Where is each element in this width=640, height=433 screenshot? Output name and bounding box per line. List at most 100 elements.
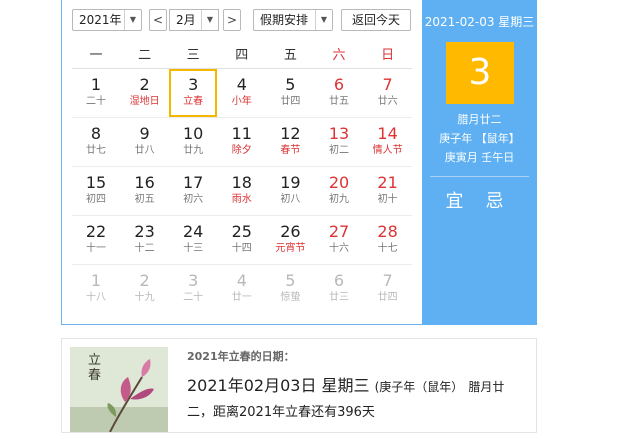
- info-ganzhi: (庚子年（鼠年）: [374, 380, 464, 394]
- chevron-down-icon: ▼: [315, 10, 332, 30]
- calendar-toolbar: 2021年 ▼ < 2月 ▼ > 假期安排 ▼ 返回今天: [62, 0, 422, 44]
- day-cell[interactable]: 18 雨水: [218, 167, 266, 215]
- lunar-label: 十九: [134, 292, 155, 303]
- lunar-label: 十八: [86, 292, 106, 303]
- day-cell[interactable]: 10 廿九: [169, 118, 217, 166]
- day-cell[interactable]: 5 惊蛰: [266, 265, 314, 313]
- next-month-button[interactable]: >: [223, 9, 241, 31]
- day-cell[interactable]: 6 廿三: [315, 265, 363, 313]
- thumbnail-title: 立春: [88, 353, 102, 383]
- day-cell[interactable]: 6 廿五: [315, 69, 363, 117]
- day-cell[interactable]: 12 春节: [266, 118, 314, 166]
- day-cell[interactable]: 16 初五: [121, 167, 169, 215]
- day-cell[interactable]: 15 初四: [72, 167, 120, 215]
- lunar-label: 廿四: [377, 292, 398, 303]
- day-cell[interactable]: 8 廿七: [72, 118, 120, 166]
- lunar-label: 小年: [231, 96, 252, 107]
- day-number: 28: [377, 222, 398, 241]
- day-cell[interactable]: 19 初八: [266, 167, 314, 215]
- lunar-label: 廿一: [231, 292, 252, 303]
- day-cell-selected[interactable]: 3 立春: [169, 69, 218, 117]
- day-number: 20: [328, 173, 350, 192]
- lunar-label: 十三: [183, 243, 204, 254]
- lunar-label: 廿三: [329, 292, 349, 303]
- day-cell[interactable]: 17 初六: [169, 167, 217, 215]
- day-number: 22: [85, 222, 107, 241]
- day-detail-panel: 2021-02-03 星期三 3 腊月廿二 庚子年 【鼠年】 庚寅月 壬午日 宜…: [422, 0, 537, 325]
- day-number: 13: [328, 124, 350, 143]
- day-number: 7: [382, 271, 393, 290]
- day-number: 27: [328, 222, 350, 241]
- day-number: 4: [236, 271, 247, 290]
- day-cell[interactable]: 4 小年: [218, 69, 266, 117]
- holiday-select[interactable]: 假期安排 ▼: [253, 9, 333, 31]
- magnolia-illustration: [70, 347, 168, 432]
- back-to-today-button[interactable]: 返回今天: [341, 9, 411, 31]
- lunar-month-day: 庚寅月 壬午日: [444, 151, 515, 164]
- day-number: 21: [377, 173, 398, 192]
- info-lunar-tail: 腊月廿: [468, 380, 505, 394]
- day-number: 5: [285, 75, 296, 94]
- day-number: 10: [183, 124, 204, 143]
- chevron-down-icon: ▼: [124, 10, 141, 30]
- day-number: 23: [134, 222, 155, 241]
- lunar-label: 廿八: [134, 145, 155, 156]
- day-number: 8: [90, 124, 102, 143]
- lunar-label: 十四: [231, 243, 252, 254]
- year-select-value: 2021年: [79, 13, 122, 27]
- lunar-label: 除夕: [231, 145, 252, 156]
- holiday-select-value: 假期安排: [260, 13, 309, 27]
- yi-label[interactable]: 宜: [446, 191, 474, 212]
- day-cell[interactable]: 2 湿地日: [121, 69, 169, 117]
- spring-thumbnail-image: 立春: [70, 347, 168, 432]
- day-number: 3: [188, 75, 199, 94]
- day-cell[interactable]: 23 十二: [121, 216, 169, 264]
- day-number: 18: [231, 173, 252, 192]
- year-select[interactable]: 2021年 ▼: [72, 9, 142, 31]
- day-number: 6: [333, 271, 345, 290]
- yi-ji-row: 宜忌: [422, 187, 537, 213]
- lunar-label: 元宵节: [275, 243, 306, 254]
- chevron-down-icon: ▼: [201, 10, 218, 30]
- day-number: 2: [139, 75, 150, 94]
- day-cell[interactable]: 22 十一: [72, 216, 120, 264]
- day-cell[interactable]: 4 廿一: [218, 265, 266, 313]
- day-number: 9: [139, 124, 150, 143]
- day-cell[interactable]: 14 情人节: [364, 118, 412, 166]
- day-cell[interactable]: 28 十七: [364, 216, 412, 264]
- info-countdown: 二，距离2021年立春还有396天: [187, 405, 375, 420]
- day-cell[interactable]: 24 十三: [169, 216, 217, 264]
- weekday-label: 三: [186, 48, 200, 63]
- day-cell[interactable]: 1 二十: [72, 69, 120, 117]
- day-number: 24: [183, 222, 204, 241]
- day-cell[interactable]: 5 廿四: [266, 69, 314, 117]
- day-cell[interactable]: 1 十八: [72, 265, 120, 313]
- lunar-label: 立春: [183, 96, 204, 107]
- day-cell[interactable]: 7 廿四: [364, 265, 412, 313]
- day-cell[interactable]: 2 十九: [121, 265, 169, 313]
- day-number: 15: [85, 173, 107, 192]
- day-number: 3: [188, 271, 199, 290]
- day-cell[interactable]: 9 廿八: [121, 118, 169, 166]
- day-cell[interactable]: 27 十六: [315, 216, 363, 264]
- day-cell[interactable]: 25 十四: [218, 216, 266, 264]
- day-number: 11: [231, 124, 252, 143]
- prev-month-button[interactable]: <: [149, 9, 167, 31]
- lunar-label: 初二: [329, 145, 349, 156]
- day-number: 7: [382, 75, 393, 94]
- lunar-label: 廿五: [329, 96, 349, 107]
- day-cell[interactable]: 13 初二: [315, 118, 363, 166]
- day-cell[interactable]: 3 二十: [169, 265, 217, 313]
- lunar-label: 情人节: [372, 145, 403, 156]
- weekday-label: 日: [381, 48, 395, 63]
- day-number: 26: [280, 222, 301, 241]
- day-number: 4: [236, 75, 247, 94]
- day-cell[interactable]: 11 除夕: [218, 118, 266, 166]
- solar-term-info-card: 立春 2021年立春的日期： 2021年02月03日 星期三 (庚子年（鼠年） …: [61, 338, 537, 433]
- ji-label[interactable]: 忌: [486, 191, 514, 212]
- month-select[interactable]: 2月 ▼: [169, 9, 219, 31]
- day-cell[interactable]: 26 元宵节: [266, 216, 314, 264]
- day-cell[interactable]: 7 廿六: [364, 69, 412, 117]
- day-cell[interactable]: 21 初十: [364, 167, 412, 215]
- day-cell[interactable]: 20 初九: [315, 167, 363, 215]
